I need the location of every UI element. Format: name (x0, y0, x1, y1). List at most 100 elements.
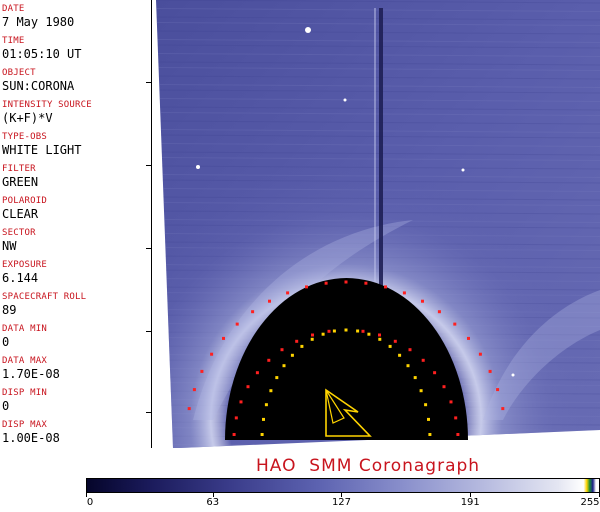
axis-tick (146, 248, 151, 249)
colorbar-tick-label: 127 (331, 497, 352, 508)
marker-dot (239, 400, 243, 404)
meta-label: TYPE-OBS (2, 132, 47, 142)
axis-tick (146, 331, 151, 332)
meta-label: SECTOR (2, 228, 36, 238)
star (305, 27, 311, 33)
marker-dot (408, 348, 412, 352)
meta-value: WHITE LIGHT (2, 143, 82, 157)
meta-value: 0 (2, 399, 10, 413)
marker-dot (433, 371, 437, 375)
marker-dot (300, 344, 304, 348)
meta-value: 1.00E-08 (2, 431, 60, 445)
marker-dot (356, 329, 360, 333)
meta-label: DATA MAX (2, 356, 47, 366)
marker-dot (378, 333, 381, 337)
meta-value: (K+F)*V (2, 111, 53, 125)
marker-dot (324, 281, 328, 285)
marker-dot (421, 299, 424, 303)
colorbar (86, 478, 600, 493)
meta-label: POLAROID (2, 196, 47, 206)
marker-dot (442, 385, 446, 389)
marker-dot (378, 337, 382, 341)
marker-dot (200, 369, 204, 373)
meta-label: DATE (2, 4, 25, 14)
meta-label: FILTER (2, 164, 36, 174)
meta-value: 6.144 (2, 271, 39, 285)
marker-dot (187, 407, 191, 411)
marker-dot (344, 280, 348, 284)
marker-dot (286, 291, 290, 295)
marker-dot (269, 389, 273, 393)
marker-dot (255, 371, 259, 375)
marker-dot (398, 353, 402, 357)
marker-dot (235, 322, 239, 326)
meta-field-exposure: EXPOSURE 6.144 (2, 260, 150, 285)
meta-field-intensity-source: INTENSITY SOURCE (K+F)*V (2, 100, 150, 125)
marker-dot (332, 329, 336, 333)
marker-dot (453, 322, 457, 326)
marker-dot (402, 291, 406, 295)
meta-field-date: DATE 7 May 1980 (2, 4, 150, 29)
marker-dot (222, 336, 225, 340)
colorbar-ticks: 0 63 127 191 255 (86, 493, 600, 512)
marker-dot (264, 403, 268, 407)
marker-dot (428, 433, 432, 436)
marker-dot (305, 285, 308, 289)
meta-value: 1.70E-08 (2, 367, 60, 381)
marker-dot (282, 364, 286, 368)
meta-value: 89 (2, 303, 17, 317)
meta-value: 01:05:10 UT (2, 47, 82, 61)
meta-field-filter: FILTER GREEN (2, 164, 150, 189)
marker-dot (488, 369, 492, 373)
axis-tick (146, 82, 151, 83)
colorbar-tick-label: 0 (86, 497, 94, 508)
coronagraph-image (153, 0, 600, 448)
pylon-highlight (374, 8, 376, 328)
meta-field-sector: SECTOR NW (2, 228, 150, 253)
coronagraph-svg (156, 0, 600, 448)
meta-field-object: OBJECT SUN:CORONA (2, 68, 150, 93)
marker-dot (501, 407, 505, 411)
marker-dot (361, 329, 365, 333)
marker-dot (456, 433, 460, 436)
colorbar-tick-label: 63 (206, 497, 220, 508)
meta-label: DISP MAX (2, 420, 47, 430)
marker-dot (367, 332, 371, 336)
meta-field-time: TIME 01:05:10 UT (2, 36, 150, 61)
marker-dot (364, 281, 368, 285)
marker-dot (393, 339, 397, 343)
marker-dot (454, 416, 458, 420)
marker-dot (251, 310, 255, 314)
marker-dot (290, 353, 294, 357)
marker-dot (310, 337, 314, 341)
meta-field-polaroid: POLAROID CLEAR (2, 196, 150, 221)
metadata-panel: DATE 7 May 1980 TIME 01:05:10 UT OBJECT SUN:C… (0, 0, 152, 448)
star (461, 168, 465, 172)
marker-dot (262, 417, 265, 421)
marker-dot (424, 403, 428, 407)
meta-label: EXPOSURE (2, 260, 47, 270)
marker-dot (413, 376, 417, 380)
marker-dot (478, 352, 482, 356)
meta-field-disp-max: DISP MAX 1.00E-08 (2, 420, 150, 445)
marker-dot (437, 310, 441, 314)
marker-dot (388, 344, 392, 348)
marker-dot (260, 433, 264, 436)
meta-field-spacecraft-roll: SPACECRAFT ROLL 89 (2, 292, 150, 317)
star (511, 373, 515, 377)
meta-value: SUN:CORONA (2, 79, 75, 93)
colorbar-tick-label: 191 (460, 497, 480, 508)
meta-value: CLEAR (2, 207, 39, 221)
marker-dot (232, 433, 236, 436)
meta-field-data-min: DATA MIN 0 (2, 324, 150, 349)
meta-label: DISP MIN (2, 388, 47, 398)
marker-dot (427, 417, 430, 421)
marker-dot (421, 358, 425, 362)
meta-field-data-max: DATA MAX 1.70E-08 (2, 356, 150, 381)
marker-dot (344, 328, 348, 332)
star (343, 98, 347, 102)
marker-dot (295, 339, 299, 343)
marker-dot (246, 385, 250, 389)
marker-dot (496, 388, 500, 392)
marker-dot (280, 348, 284, 352)
